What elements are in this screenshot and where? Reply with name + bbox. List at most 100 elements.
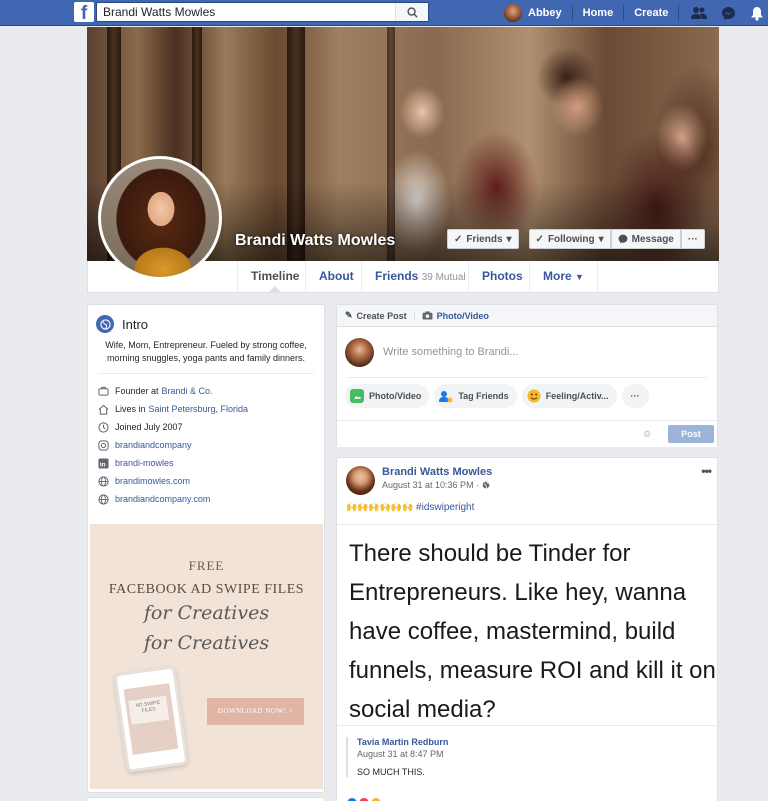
profile-name[interactable]: Brandi Watts Mowles	[235, 232, 395, 250]
website-link[interactable]: brandimowles.com	[115, 476, 190, 486]
comment-author[interactable]: Tavia Martin Redburn	[357, 737, 710, 747]
info-joined: Joined July 2007	[88, 418, 324, 436]
intro-bio: Wife, Mom, Entrepreneur. Fueled by stron…	[105, 340, 307, 363]
globe-icon	[97, 475, 109, 487]
avatar	[504, 4, 522, 22]
top-nav-right: Abbey Home Create 4	[504, 0, 768, 26]
search-box	[96, 2, 429, 22]
profile-picture[interactable]	[98, 156, 222, 280]
messenger-icon	[618, 234, 627, 244]
work-link[interactable]: Brandi & Co.	[162, 386, 213, 396]
mutual-friends-count: 39 Mutual	[421, 272, 466, 283]
camera-icon	[422, 311, 433, 320]
following-button[interactable]: ✓ Following ▾	[528, 229, 611, 249]
message-button[interactable]: Message	[610, 229, 681, 249]
composer-footer: ⚙ Post	[337, 420, 717, 447]
instagram-link[interactable]: brandiandcompany	[115, 440, 192, 450]
gear-icon[interactable]: ⚙	[643, 429, 651, 440]
following-button-label: Following	[547, 233, 595, 245]
tab-friends[interactable]: Friends 39 Mutual	[361, 261, 479, 292]
photo-video-button[interactable]: Photo/Video	[345, 384, 430, 408]
comment-timestamp[interactable]: August 31 at 8:47 PM	[357, 749, 710, 759]
avatar[interactable]	[346, 466, 375, 495]
briefcase-icon	[97, 385, 109, 397]
lives-prefix: Lives in	[115, 404, 146, 414]
shared-comment: Tavia Martin Redburn August 31 at 8:47 P…	[337, 730, 717, 784]
image-text-line: funnels, measure ROI and kill it on	[349, 657, 716, 684]
next-card	[87, 797, 325, 801]
nav-home-link[interactable]: Home	[573, 5, 625, 21]
composer-body: Write something to Brandi...	[337, 327, 717, 377]
info-instagram: brandiandcompany	[88, 436, 324, 454]
info-website-2: brandiandcompany.com	[88, 490, 324, 508]
globe-icon	[97, 493, 109, 505]
lives-link[interactable]: Saint Petersburg, Florida	[149, 404, 249, 414]
comment-quote: Tavia Martin Redburn August 31 at 8:47 P…	[346, 737, 710, 777]
search-button[interactable]	[395, 3, 428, 21]
post-time-text[interactable]: August 31 at 10:36 PM ·	[382, 480, 482, 490]
tag-friends-label: Tag Friends	[458, 391, 509, 401]
ad-script-line-2: for Creatives	[143, 632, 270, 654]
post-header: Brandi Watts Mowles August 31 at 10:36 P…	[337, 458, 717, 495]
post-author[interactable]: Brandi Watts Mowles	[382, 466, 492, 478]
image-text-line: social media?	[349, 696, 496, 723]
tab-friends-label: Friends	[375, 269, 419, 283]
globe-icon[interactable]	[482, 481, 490, 489]
more-options-button[interactable]: ···	[621, 384, 649, 408]
linkedin-link[interactable]: brandi-mowles	[115, 458, 174, 468]
search-input[interactable]	[97, 3, 397, 21]
post-text: 🙌🙌🙌🙌🙌🙌 #idswiperight	[337, 495, 717, 513]
post-timestamp: August 31 at 10:36 PM ·	[382, 480, 492, 490]
nav-profile-link[interactable]: Abbey	[504, 4, 573, 22]
post-hashtag[interactable]: #idswiperight	[416, 502, 474, 513]
feeling-activity-button[interactable]: Feeling/Activ...	[521, 384, 617, 408]
check-icon: ✓	[535, 233, 544, 245]
ad-download-button[interactable]: DOWNLOAD NOW! >	[207, 698, 304, 725]
messenger-icon[interactable]	[721, 6, 736, 21]
composer-tabs: ✎ Create Post Photo/Video	[337, 305, 717, 327]
tag-friends-button[interactable]: Tag Friends	[434, 384, 517, 408]
tab-more[interactable]: More ▼	[529, 261, 598, 292]
post-meta: Brandi Watts Mowles August 31 at 10:36 P…	[382, 466, 492, 495]
pencil-icon: ✎	[345, 310, 353, 320]
photo-video-tab[interactable]: Photo/Video	[413, 310, 489, 321]
composer-actions: Photo/Video Tag Friends Feeling/Activ...…	[337, 378, 717, 408]
nav-create-link[interactable]: Create	[624, 5, 680, 21]
tab-about[interactable]: About	[305, 261, 367, 292]
chevron-down-icon: ▾	[598, 233, 604, 245]
follow-message-group: ✓ Following ▾ Message ···	[528, 229, 705, 249]
info-linkedin: in brandi-mowles	[88, 454, 324, 472]
more-options-button[interactable]: ···	[680, 229, 705, 249]
comment-text: SO MUCH THIS.	[357, 767, 425, 777]
info-work: Founder at Brandi & Co.	[88, 382, 324, 400]
composer-input[interactable]: Write something to Brandi...	[383, 346, 519, 358]
ad-title: FACEBOOK AD SWIPE FILES	[108, 582, 305, 597]
featured-ad-image[interactable]: FREE FACEBOOK AD SWIPE FILES for Creativ…	[90, 524, 323, 789]
website-link[interactable]: brandiandcompany.com	[115, 494, 210, 504]
feed-post: Brandi Watts Mowles August 31 at 10:36 P…	[336, 457, 718, 801]
home-icon	[97, 403, 109, 415]
photo-video-tab-label: Photo/Video	[436, 310, 489, 321]
joined-text: Joined July 2007	[115, 422, 183, 432]
info-website-1: brandimowles.com	[88, 472, 324, 490]
profile-action-buttons: ✓ Friends ▾ ✓ Following ▾ Message ···	[447, 229, 705, 249]
tab-timeline[interactable]: Timeline	[237, 261, 312, 292]
friend-requests-icon[interactable]	[691, 6, 708, 20]
facebook-logo-icon[interactable]: f	[74, 2, 94, 22]
friends-button-label: Friends	[466, 233, 503, 245]
svg-text:in: in	[99, 461, 105, 468]
photo-icon	[350, 389, 364, 403]
friends-button[interactable]: ✓ Friends ▾	[447, 229, 519, 249]
post-image[interactable]: There should be Tinder for Entrepreneurs…	[337, 524, 717, 726]
notifications-bell-icon[interactable]	[750, 6, 764, 21]
post-button[interactable]: Post	[668, 425, 714, 443]
image-text-line: There should be Tinder for	[349, 540, 631, 567]
work-prefix: Founder at	[115, 386, 159, 396]
image-text-line: have coffee, mastermind, build	[349, 618, 676, 645]
post-options-button[interactable]: •••	[701, 464, 712, 478]
tab-photos[interactable]: Photos	[468, 261, 536, 292]
tab-more-label: More	[543, 269, 572, 283]
globe-icon	[96, 315, 114, 333]
create-post-tab[interactable]: ✎ Create Post	[345, 310, 407, 321]
linkedin-icon: in	[97, 457, 109, 469]
